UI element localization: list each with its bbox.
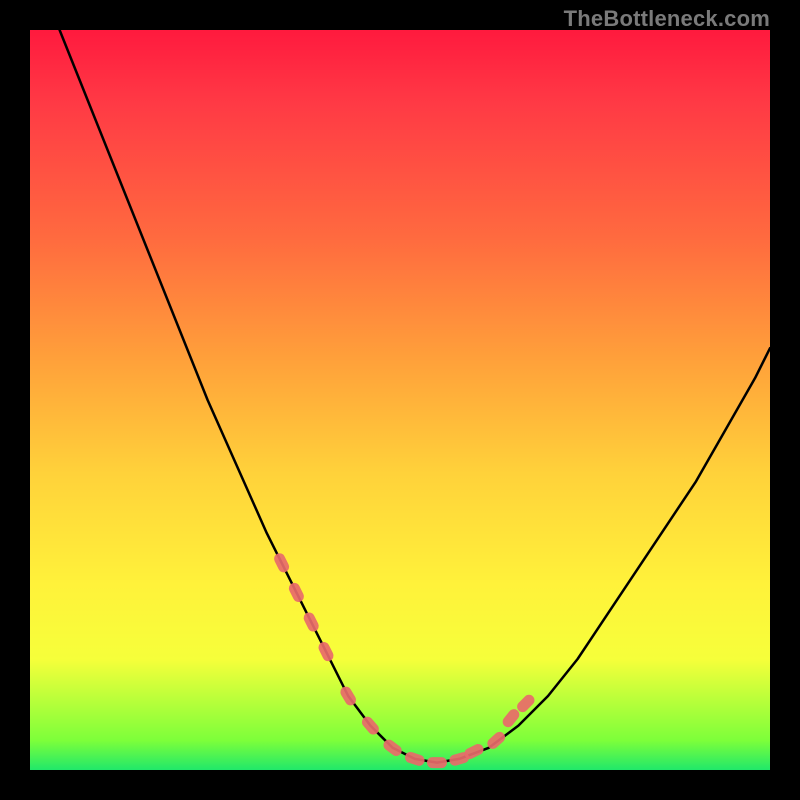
watermark-text: TheBottleneck.com (564, 6, 770, 32)
outer-frame: TheBottleneck.com (0, 0, 800, 800)
marker-point (272, 551, 291, 574)
marker-point (317, 640, 336, 663)
marker-point (427, 757, 447, 768)
chart-svg (30, 30, 770, 770)
plot-area (30, 30, 770, 770)
highlighted-points (272, 551, 537, 768)
marker-point (404, 751, 426, 768)
marker-point (287, 581, 306, 604)
bottleneck-curve (60, 30, 770, 763)
marker-point (302, 611, 321, 634)
